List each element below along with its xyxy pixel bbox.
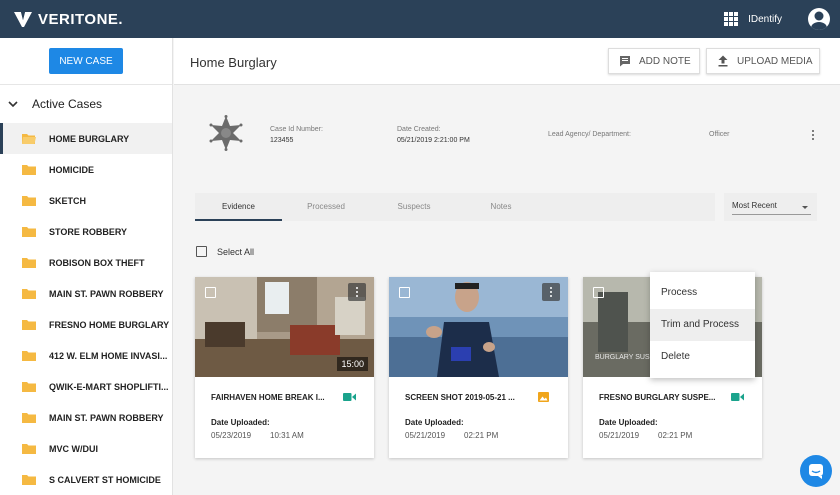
case-header: Home Burglary ADD NOTE UPLOAD MEDIA [174, 38, 840, 85]
case-item[interactable]: S CALVERT ST HOMICIDE [0, 464, 172, 495]
select-all-label: Select All [217, 246, 255, 257]
case-id-label: Case Id Number: [270, 126, 323, 133]
case-more-options-icon[interactable] [812, 130, 815, 142]
select-all[interactable]: Select All [196, 246, 254, 257]
top-bar: VERITONE. IDentify [0, 0, 840, 38]
card-title: SCREEN SHOT 2019-05-21 ... [405, 393, 515, 402]
menu-item-trim-and-process[interactable]: Trim and Process [650, 309, 755, 341]
date-uploaded-label: Date Uploaded: [211, 418, 270, 427]
tab-processed[interactable]: Processed [283, 193, 369, 221]
chat-button[interactable] [800, 455, 832, 487]
card-context-menu: Process Trim and Process Delete [650, 272, 755, 378]
date-created-label: Date Created: [397, 126, 441, 133]
case-item[interactable]: MVC W/DUI [0, 433, 172, 464]
case-item[interactable]: FRESNO HOME BURGLARY [0, 309, 172, 340]
case-item[interactable]: MAIN ST. PAWN ROBBERY [0, 278, 172, 309]
case-item[interactable]: HOME BURGLARY [0, 123, 172, 154]
caret-down-icon [802, 206, 808, 209]
folder-icon [22, 413, 36, 423]
app-grid-icon[interactable] [724, 12, 739, 26]
video-overlay-text: BURGLARY SUSP [595, 354, 655, 361]
upload-media-button[interactable]: UPLOAD MEDIA [706, 48, 820, 74]
date-uploaded-label: Date Uploaded: [599, 418, 658, 427]
card-checkbox[interactable] [593, 287, 604, 298]
sort-value: Most Recent [732, 201, 777, 210]
folder-icon [22, 289, 36, 299]
upload-time: 02:21 PM [658, 431, 693, 440]
evidence-card[interactable]: 15:00 FAIRHAVEN HOME BREAK I... Date Upl… [195, 277, 374, 458]
upload-icon [718, 55, 728, 67]
new-case-button[interactable]: NEW CASE [49, 48, 123, 74]
menu-item-delete[interactable]: Delete [650, 341, 755, 373]
evidence-tabs: Evidence Processed Suspects Notes [195, 193, 715, 221]
video-icon [343, 393, 356, 401]
card-more-options-icon[interactable] [542, 283, 560, 301]
tab-notes[interactable]: Notes [459, 193, 543, 221]
select-all-checkbox[interactable] [196, 246, 207, 257]
active-cases-header[interactable]: Active Cases [0, 85, 172, 123]
officer-label: Officer [709, 131, 730, 138]
menu-item-process[interactable]: Process [650, 277, 755, 309]
add-note-button[interactable]: ADD NOTE [608, 48, 700, 74]
evidence-card[interactable]: SCREEN SHOT 2019-05-21 ... Date Uploaded… [389, 277, 568, 458]
case-item[interactable]: ROBISON BOX THEFT [0, 247, 172, 278]
card-title: FRESNO BURGLARY SUSPE... [599, 393, 716, 402]
folder-icon [22, 258, 36, 268]
user-avatar-icon[interactable] [808, 8, 830, 30]
upload-time: 10:31 AM [270, 431, 304, 440]
sort-dropdown[interactable]: Most Recent [724, 193, 817, 221]
case-list: HOME BURGLARY HOMICIDE SKETCH STORE ROBB… [0, 123, 172, 495]
folder-open-icon [22, 134, 36, 144]
case-info-panel: Case Id Number: 123455 Date Created: 05/… [174, 85, 840, 185]
image-icon [538, 392, 549, 402]
case-item[interactable]: HOMICIDE [0, 154, 172, 185]
folder-icon [22, 444, 36, 454]
upload-time: 02:21 PM [464, 431, 499, 440]
folder-icon [22, 165, 36, 175]
app-name[interactable]: IDentify [748, 14, 782, 25]
veritone-logo-icon [14, 12, 32, 27]
card-checkbox[interactable] [399, 287, 410, 298]
image-thumbnail[interactable] [389, 277, 568, 377]
folder-icon [22, 196, 36, 206]
video-duration: 15:00 [337, 357, 368, 371]
folder-icon [22, 351, 36, 361]
case-item[interactable]: QWIK-E-MART SHOPLIFTI... [0, 371, 172, 402]
lead-agency-label: Lead Agency/ Department: [548, 131, 631, 138]
folder-icon [22, 320, 36, 330]
active-cases-label: Active Cases [32, 97, 103, 111]
upload-date: 05/21/2019 [599, 431, 640, 440]
video-icon [731, 393, 744, 401]
case-item[interactable]: STORE ROBBERY [0, 216, 172, 247]
date-uploaded-label: Date Uploaded: [405, 418, 464, 427]
folder-icon [22, 227, 36, 237]
chevron-down-icon [8, 101, 18, 108]
upload-date: 05/23/2019 [211, 431, 252, 440]
folder-icon [22, 382, 36, 392]
folder-icon [22, 475, 36, 485]
case-id-value: 123455 [270, 137, 294, 144]
tab-evidence[interactable]: Evidence [195, 193, 282, 221]
card-checkbox[interactable] [205, 287, 216, 298]
case-item[interactable]: SKETCH [0, 185, 172, 216]
sidebar: NEW CASE Active Cases HOME BURGLARY HOMI… [0, 38, 173, 495]
date-created-value: 05/21/2019 2:21:00 PM [397, 137, 470, 144]
brand-name: VERITONE. [38, 10, 124, 28]
page-title: Home Burglary [190, 55, 277, 70]
card-more-options-icon[interactable] [348, 283, 366, 301]
chat-icon [809, 464, 823, 479]
case-item[interactable]: MAIN ST. PAWN ROBBERY [0, 402, 172, 433]
note-icon [620, 56, 630, 67]
video-thumbnail[interactable]: 15:00 [195, 277, 374, 377]
upload-date: 05/21/2019 [405, 431, 446, 440]
tab-suspects[interactable]: Suspects [369, 193, 459, 221]
sheriff-badge-icon [209, 115, 243, 151]
card-title: FAIRHAVEN HOME BREAK I... [211, 393, 325, 402]
case-item[interactable]: 412 W. ELM HOME INVASI... [0, 340, 172, 371]
veritone-logo[interactable]: VERITONE. [12, 8, 123, 30]
